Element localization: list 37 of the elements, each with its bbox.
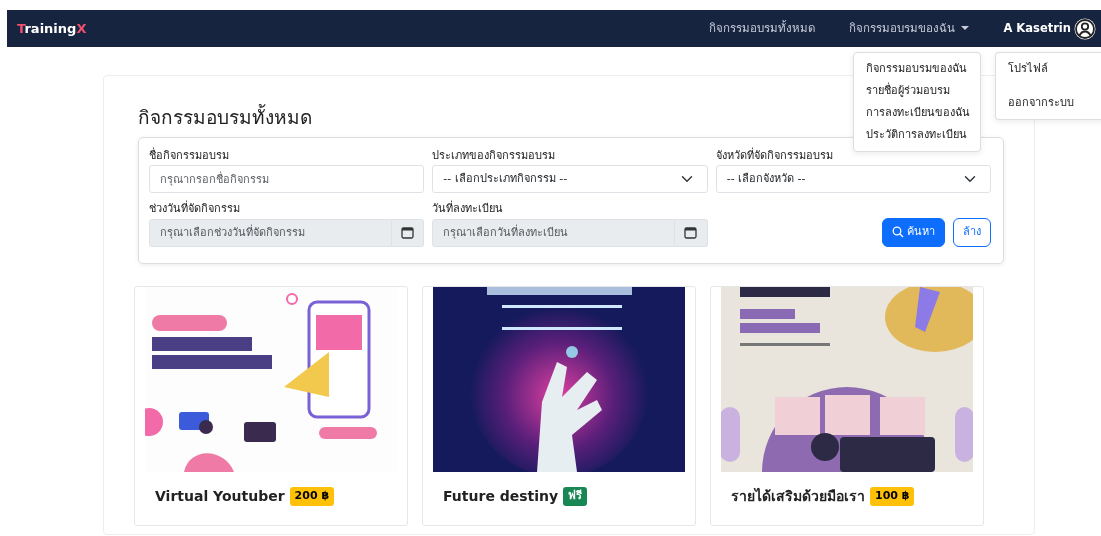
field-label: ช่วงวันที่จัดกิจกรรม xyxy=(149,201,241,218)
menu-item[interactable]: รายชื่อผู้ร่วมอบรม xyxy=(854,80,980,102)
card-title: Future destiny xyxy=(443,486,559,506)
date-field[interactable]: กรุณาเลือกวันที่ลงทะเบียน xyxy=(432,218,676,247)
price-tag: ฟรี xyxy=(563,487,588,506)
brand-logo[interactable]: TrainingX xyxy=(17,18,87,39)
page-title: กิจกรรมอบรมทั้งหมด xyxy=(138,106,312,129)
search-button[interactable]: ค้นหา xyxy=(882,217,945,247)
card-title: รายได้เสริมด้วยมือเรา xyxy=(731,486,865,506)
calendar-icon xyxy=(401,226,415,240)
clear-button[interactable]: ล้าง xyxy=(953,217,991,247)
calendar-icon xyxy=(684,226,698,240)
date-field[interactable]: กรุณาเลือกช่วงวันที่จัดกิจกรรม xyxy=(149,218,392,247)
field-label: ชื่อกิจกรรมอบรม xyxy=(149,147,230,164)
field-label: วันที่ลงทะเบียน xyxy=(432,201,505,218)
select-field[interactable]: -- เลือกประเภทกิจกรรม -- xyxy=(432,165,708,194)
menu-item[interactable]: กิจกรรมอบรมของฉัน xyxy=(854,58,980,80)
menu-item[interactable]: โปรไฟล์ xyxy=(996,58,1101,80)
activity-card[interactable]: Virtual Youtuber 200 ฿ xyxy=(134,285,408,526)
price-tag: 100 ฿ xyxy=(870,487,915,506)
text-field[interactable]: กรุณากรอกชื่อกิจกรรม xyxy=(149,165,425,194)
search-icon xyxy=(892,226,904,239)
activity-card[interactable]: รายได้เสริมด้วยมือเรา 100 ฿ xyxy=(710,285,984,526)
nav-link[interactable]: กิจกรรมอบรมทั้งหมด xyxy=(709,19,816,38)
avatar-icon xyxy=(1074,17,1096,40)
card-title: Virtual Youtuber xyxy=(155,486,285,506)
field-label: จังหวัดที่จัดกิจกรรมอบรม xyxy=(715,147,834,164)
calendar-button[interactable] xyxy=(391,218,425,247)
menu-item[interactable]: ออกจากระบบ xyxy=(996,92,1101,114)
select-field[interactable]: -- เลือกจังหวัด -- xyxy=(715,165,991,194)
menu-item[interactable]: การลงทะเบียนของฉัน xyxy=(854,102,980,124)
field-label: ประเภทของกิจกรรมอบรม xyxy=(432,147,557,164)
calendar-button[interactable] xyxy=(675,218,708,247)
activity-card[interactable]: Future destiny ฟรี xyxy=(422,285,696,526)
menu-item[interactable]: ประวัติการลงทะเบียน xyxy=(854,124,980,146)
price-tag: 200 ฿ xyxy=(289,487,335,506)
nav-dropdown[interactable]: กิจกรรมอบรมของฉัน xyxy=(849,19,970,38)
